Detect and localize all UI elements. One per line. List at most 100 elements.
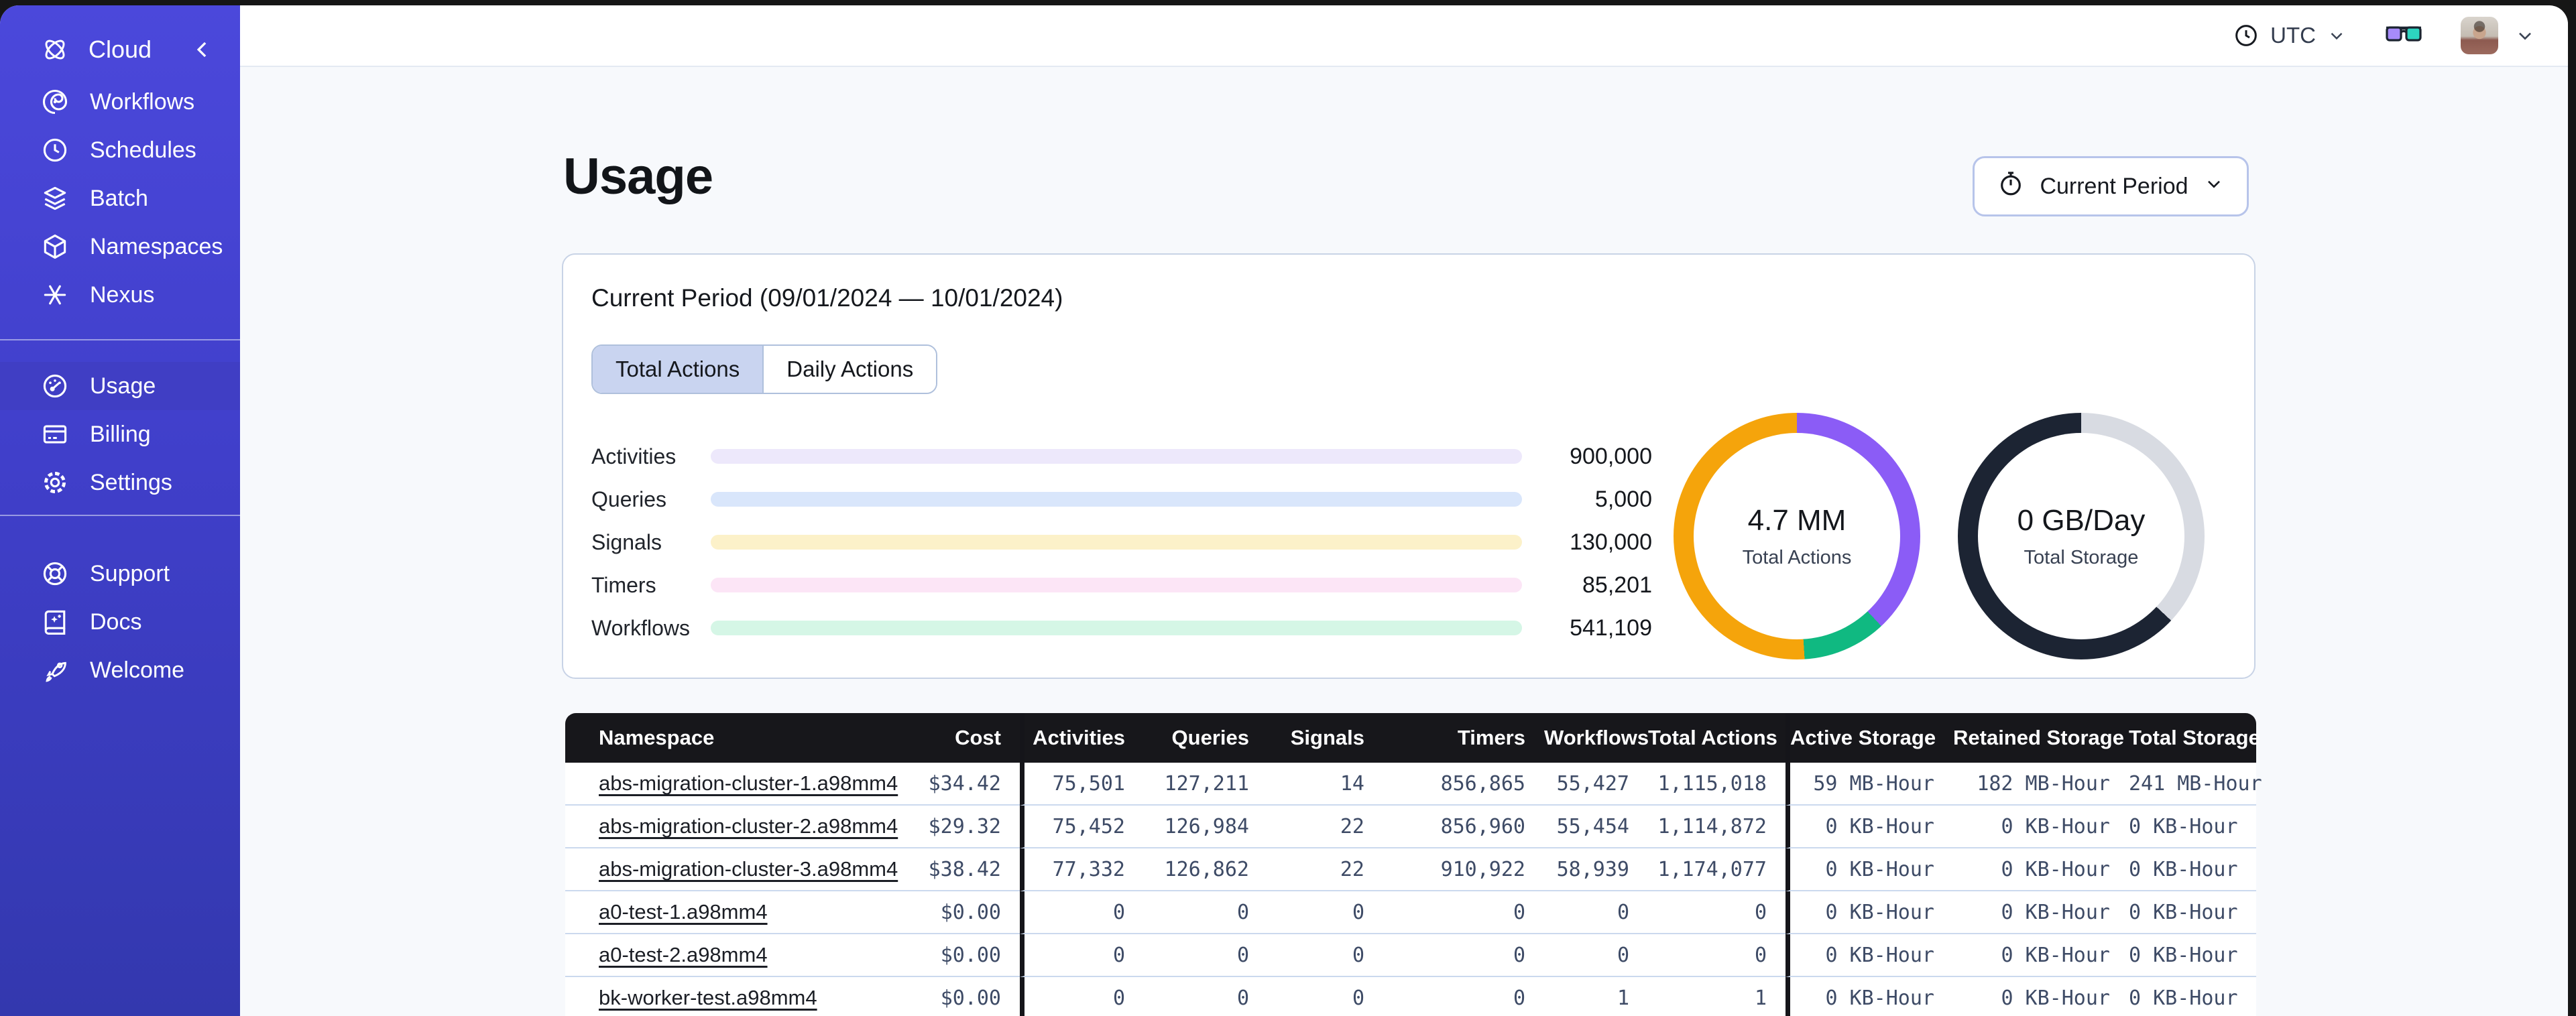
retained-storage-cell: 182 MB-Hour [1953, 763, 2129, 806]
feedback-glasses-icon[interactable] [2384, 22, 2423, 50]
sidebar-nav-account: Usage Billing Settings [0, 344, 240, 507]
bar-label: Queries [591, 487, 667, 511]
col-namespace: Namespace [565, 713, 833, 763]
col-total-actions: Total Actions [1648, 713, 1785, 763]
namespace-link[interactable]: abs-migration-cluster-3.a98mm4 [599, 857, 898, 881]
collapse-sidebar-icon[interactable] [189, 36, 216, 63]
sidebar-item-support[interactable]: Support [0, 550, 240, 598]
bar-value: 130,000 [1570, 529, 1652, 555]
table-row: bk-worker-test.a98mm4 $0.00 0 0 0 0 1 1 … [565, 977, 2256, 1016]
sidebar-item-label: Workflows [90, 88, 195, 115]
total-storage-cell: 0 KB-Hour [2129, 891, 2256, 934]
active-storage-cell: 0 KB-Hour [1785, 848, 1953, 891]
sidebar-item-label: Usage [90, 373, 156, 399]
sidebar-item-settings[interactable]: Settings [0, 458, 240, 507]
total-storage-cell: 0 KB-Hour [2129, 806, 2256, 848]
active-storage-cell: 0 KB-Hour [1785, 806, 1953, 848]
total-storage-cell: 0 KB-Hour [2129, 977, 2256, 1016]
sidebar-item-namespaces[interactable]: Namespaces [0, 223, 240, 271]
main-content: Usage Current Period Current Period (09/… [240, 68, 2568, 1016]
namespace-usage-table: Namespace Cost Activities Queries Signal… [565, 713, 2262, 1016]
bar-label: Signals [591, 529, 662, 554]
col-signals: Signals [1268, 713, 1383, 763]
cost-cell: $0.00 [833, 977, 1020, 1016]
donut-value: 0 GB/Day [2017, 503, 2146, 537]
queries-cell: 127,211 [1144, 763, 1268, 806]
activities-cell: 0 [1020, 934, 1144, 977]
total-storage-cell: 0 KB-Hour [2129, 848, 2256, 891]
page-title: Usage [563, 148, 713, 205]
timezone-selector[interactable]: UTC [2233, 22, 2347, 49]
sidebar-divider [0, 339, 240, 340]
total-storage-donut: 0 GB/Day Total Storage [1958, 413, 2205, 659]
sidebar-item-batch[interactable]: Batch [0, 174, 240, 223]
sidebar-item-welcome[interactable]: Welcome [0, 646, 240, 694]
signals-cell: 0 [1268, 977, 1383, 1016]
sidebar-item-docs[interactable]: Docs [0, 598, 240, 646]
workflows-cell: 55,454 [1544, 806, 1648, 848]
sidebar-brand-row[interactable]: Cloud [0, 25, 240, 74]
batch-layers-icon [40, 184, 70, 213]
table-header-row: Namespace Cost Activities Queries Signal… [565, 713, 2260, 763]
signals-cell: 14 [1268, 763, 1383, 806]
account-menu[interactable] [2461, 17, 2536, 54]
namespace-link[interactable]: a0-test-2.a98mm4 [599, 943, 768, 966]
namespaces-cube-icon [40, 232, 70, 261]
signals-cell: 22 [1268, 806, 1383, 848]
sidebar-item-label: Nexus [90, 281, 155, 308]
card-title: Current Period (09/01/2024 — 10/01/2024) [591, 284, 1063, 312]
namespace-link[interactable]: a0-test-1.a98mm4 [599, 900, 768, 924]
col-timers: Timers [1383, 713, 1544, 763]
sidebar-nav-main: Workflows Schedules Batch Namespaces Nex… [0, 78, 240, 319]
active-storage-cell: 0 KB-Hour [1785, 891, 1953, 934]
sidebar-item-usage[interactable]: Usage [0, 362, 240, 410]
period-selector-button[interactable]: Current Period [1973, 156, 2249, 216]
clock-icon [2233, 22, 2260, 49]
total-actions-cell: 0 [1648, 934, 1785, 977]
top-bar: UTC [240, 5, 2568, 67]
bar-track [711, 535, 1522, 550]
sidebar-item-label: Schedules [90, 137, 196, 163]
bar-track [711, 621, 1522, 635]
bar-label: Workflows [591, 615, 690, 640]
namespace-link[interactable]: abs-migration-cluster-2.a98mm4 [599, 814, 898, 838]
sidebar-item-schedules[interactable]: Schedules [0, 126, 240, 174]
col-retained-storage: Retained Storage [1953, 713, 2129, 763]
activities-cell: 0 [1020, 891, 1144, 934]
sidebar-item-nexus[interactable]: Nexus [0, 271, 240, 319]
tab-total-actions[interactable]: Total Actions [593, 346, 763, 393]
retained-storage-cell: 0 KB-Hour [1953, 848, 2129, 891]
namespace-link[interactable]: bk-worker-test.a98mm4 [599, 986, 817, 1009]
sidebar-divider [0, 515, 240, 516]
table-row: a0-test-2.a98mm4 $0.00 0 0 0 0 0 0 0 KB-… [565, 934, 2256, 977]
col-active-storage: Active Storage [1785, 713, 1953, 763]
namespace-link[interactable]: abs-migration-cluster-1.a98mm4 [599, 771, 898, 795]
total-actions-cell: 0 [1648, 891, 1785, 934]
sidebar-item-label: Settings [90, 469, 172, 495]
table-row: abs-migration-cluster-3.a98mm4 $38.42 77… [565, 848, 2256, 891]
actions-tabs: Total Actions Daily Actions [591, 344, 938, 394]
usage-summary-card: Current Period (09/01/2024 — 10/01/2024)… [562, 253, 2256, 679]
active-storage-cell: 59 MB-Hour [1785, 763, 1953, 806]
docs-book-icon [40, 607, 70, 637]
tab-daily-actions[interactable]: Daily Actions [762, 346, 937, 393]
sidebar-item-billing[interactable]: Billing [0, 410, 240, 458]
table-row: abs-migration-cluster-2.a98mm4 $29.32 75… [565, 806, 2256, 848]
cost-cell: $0.00 [833, 934, 1020, 977]
timers-cell: 0 [1383, 934, 1544, 977]
queries-cell: 0 [1144, 934, 1268, 977]
queries-cell: 126,984 [1144, 806, 1268, 848]
bar-value: 900,000 [1570, 443, 1652, 469]
timers-cell: 910,922 [1383, 848, 1544, 891]
sidebar-item-label: Welcome [90, 657, 185, 683]
col-queries: Queries [1144, 713, 1268, 763]
timers-cell: 856,960 [1383, 806, 1544, 848]
sidebar-item-workflows[interactable]: Workflows [0, 78, 240, 126]
total-actions-cell: 1,115,018 [1648, 763, 1785, 806]
period-selector-label: Current Period [2040, 173, 2188, 199]
brand-label: Cloud [89, 36, 152, 63]
total-actions-cell: 1 [1648, 977, 1785, 1016]
timezone-label: UTC [2270, 23, 2316, 48]
active-storage-cell: 0 KB-Hour [1785, 977, 1953, 1016]
signals-cell: 0 [1268, 891, 1383, 934]
